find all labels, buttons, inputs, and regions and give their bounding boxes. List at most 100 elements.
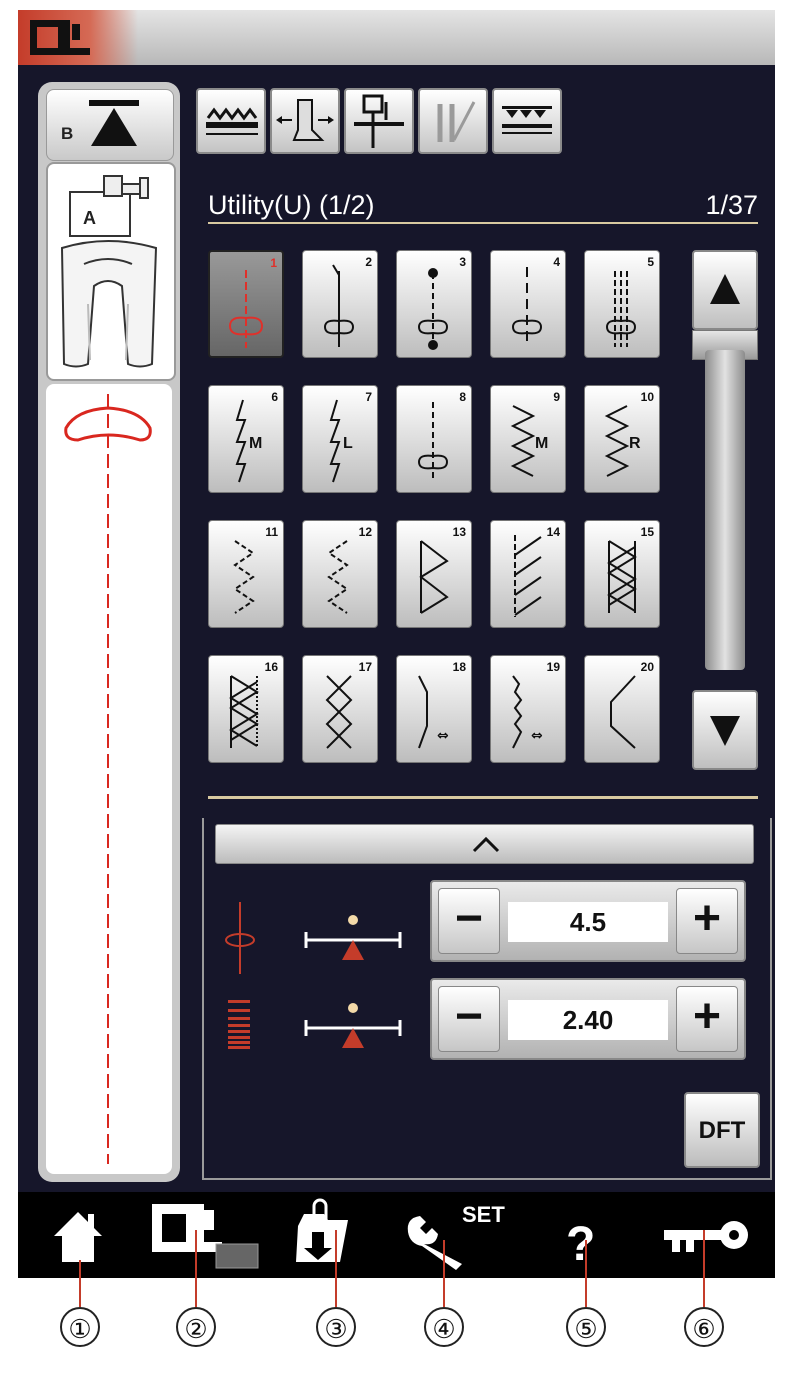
stitch-button-12[interactable]: 12 bbox=[302, 520, 378, 628]
presser-foot-pressure-button[interactable] bbox=[270, 88, 340, 154]
twin-needle-icon bbox=[437, 101, 476, 142]
pattern-counter: 1/37 bbox=[705, 190, 758, 220]
chevron-up-icon bbox=[472, 836, 500, 853]
callout-leader-4 bbox=[443, 1240, 445, 1307]
stitch-button-5[interactable]: 5 bbox=[584, 250, 660, 358]
feed-dog-button[interactable] bbox=[196, 88, 266, 154]
stitch-length-stepper: − 2.40 + bbox=[430, 978, 746, 1060]
stitch-button-9[interactable]: 9 M bbox=[490, 385, 566, 493]
presser-foot-image: A bbox=[46, 162, 176, 381]
svg-text:R: R bbox=[629, 435, 641, 452]
bottom-toolbar: SET ? bbox=[18, 1192, 775, 1278]
scroll-up-button[interactable] bbox=[692, 250, 758, 330]
sewing-machine-logo-icon bbox=[30, 20, 90, 55]
sewing-mode-icon[interactable] bbox=[146, 1192, 264, 1278]
stitch-density-icon bbox=[502, 106, 552, 134]
svg-text:M: M bbox=[535, 435, 548, 452]
tack-straight-stitch-icon bbox=[418, 268, 449, 350]
stitch-button-6[interactable]: 6 M bbox=[208, 385, 284, 493]
presser-foot-up-button[interactable]: B bbox=[46, 89, 174, 161]
stitch-length-value: 2.40 bbox=[508, 1000, 668, 1040]
stitch-button-7[interactable]: 7 L bbox=[302, 385, 378, 493]
foot-type-label: A bbox=[83, 208, 96, 228]
stitch-button-18[interactable]: 18 ⇔ bbox=[396, 655, 472, 763]
needle-position-decrease-button[interactable]: − bbox=[438, 888, 500, 954]
callout-leader-2 bbox=[195, 1230, 197, 1307]
overlock-stretch-icon bbox=[229, 675, 259, 748]
stitch-length-decrease-button[interactable]: − bbox=[438, 986, 500, 1052]
stitch-button-3[interactable]: 3 bbox=[396, 250, 472, 358]
stitch-button-17[interactable]: 17 bbox=[302, 655, 378, 763]
stitch-length-increase-button[interactable]: + bbox=[676, 986, 738, 1052]
sewing-machine-screen: B A Utility(U) (1/2) 1/37 1 2 3 4 5 6 M … bbox=[18, 10, 775, 1278]
key-lock-icon[interactable] bbox=[658, 1192, 758, 1278]
settings-wrench-icon[interactable]: SET bbox=[400, 1192, 524, 1278]
stitch-button-16[interactable]: 16 bbox=[208, 655, 284, 763]
scroll-down-button[interactable] bbox=[692, 690, 758, 770]
help-icon[interactable]: ? bbox=[558, 1192, 608, 1278]
twin-needle-button[interactable] bbox=[418, 88, 488, 154]
scroll-track[interactable] bbox=[705, 350, 745, 670]
callout-2: ② bbox=[176, 1307, 216, 1347]
multi-zigzag-reverse-icon bbox=[327, 540, 349, 614]
section-divider bbox=[208, 796, 758, 799]
svg-text:L: L bbox=[343, 435, 353, 452]
needle-position-value: 4.5 bbox=[508, 902, 668, 942]
set-label: SET bbox=[462, 1202, 505, 1227]
stitch-button-19[interactable]: 19 ⇔ bbox=[490, 655, 566, 763]
basting-stitch-icon bbox=[512, 267, 543, 347]
stitch-button-13[interactable]: 13 bbox=[396, 520, 472, 628]
callout-6: ⑥ bbox=[684, 1307, 724, 1347]
triple-straight-stitch-icon bbox=[606, 271, 637, 347]
multi-zigzag-icon bbox=[233, 540, 255, 614]
cross-stitch-icon bbox=[325, 675, 353, 749]
needle-position-stepper: − 4.5 + bbox=[430, 880, 746, 962]
callout-leader-5 bbox=[585, 1240, 587, 1307]
blind-hem-stretch-icon: ⇔ bbox=[512, 675, 543, 749]
open-file-icon[interactable] bbox=[290, 1192, 358, 1278]
callout-leader-6 bbox=[703, 1230, 705, 1307]
stitch-button-8[interactable]: 8 bbox=[396, 385, 472, 493]
stitch-button-15[interactable]: 15 bbox=[584, 520, 660, 628]
shell-tuck-icon bbox=[610, 675, 636, 749]
stitch-length-icon bbox=[228, 1000, 250, 1049]
svg-text:⇔: ⇔ bbox=[437, 728, 449, 744]
straight-stitch-left-icon bbox=[229, 270, 264, 348]
feed-dog-icon bbox=[206, 107, 258, 135]
stitch-button-10[interactable]: 10 R bbox=[584, 385, 660, 493]
needle-stop-position-button[interactable] bbox=[344, 88, 414, 154]
callout-leader-1 bbox=[79, 1260, 81, 1307]
stitch-button-2[interactable]: 2 bbox=[302, 250, 378, 358]
straight-stitch-preview-icon bbox=[64, 394, 152, 1164]
elongation-button[interactable] bbox=[492, 88, 562, 154]
double-overlock-icon bbox=[607, 540, 637, 613]
stretch-stitch-l-icon: L bbox=[329, 399, 353, 483]
zigzag-r-icon: R bbox=[604, 405, 641, 477]
home-icon[interactable] bbox=[48, 1192, 108, 1278]
stitch-preview bbox=[46, 384, 172, 1174]
stitch-button-11[interactable]: 11 bbox=[208, 520, 284, 628]
stitch-button-20[interactable]: 20 bbox=[584, 655, 660, 763]
presser-foot-adjust-icon bbox=[276, 99, 334, 141]
pattern-scrollbar[interactable] bbox=[692, 250, 758, 770]
needle-stop-icon bbox=[354, 94, 404, 148]
stitch-button-14[interactable]: 14 bbox=[490, 520, 566, 628]
callout-3: ③ bbox=[316, 1307, 356, 1347]
blind-hem-icon: ⇔ bbox=[418, 675, 449, 749]
top-bar bbox=[18, 10, 775, 65]
presser-foot-a-icon bbox=[60, 175, 158, 368]
pattern-title-row: Utility(U) (1/2) 1/37 bbox=[208, 190, 758, 224]
needle-position-scale-icon bbox=[304, 915, 402, 960]
stitch-button-1[interactable]: 1 bbox=[208, 250, 284, 358]
overlock-stitch-icon bbox=[514, 535, 542, 617]
locking-straight-stitch-icon bbox=[324, 264, 355, 347]
expand-settings-button[interactable] bbox=[215, 824, 754, 864]
callout-5: ⑤ bbox=[566, 1307, 606, 1347]
needle-position-increase-button[interactable]: + bbox=[676, 888, 738, 954]
zigzag-m-icon: M bbox=[510, 405, 548, 477]
stitch-button-4[interactable]: 4 bbox=[490, 250, 566, 358]
callout-1: ① bbox=[60, 1307, 100, 1347]
arrow-up-icon bbox=[710, 274, 740, 304]
default-settings-button[interactable]: DFT bbox=[684, 1092, 760, 1168]
arrow-down-icon bbox=[710, 716, 740, 746]
